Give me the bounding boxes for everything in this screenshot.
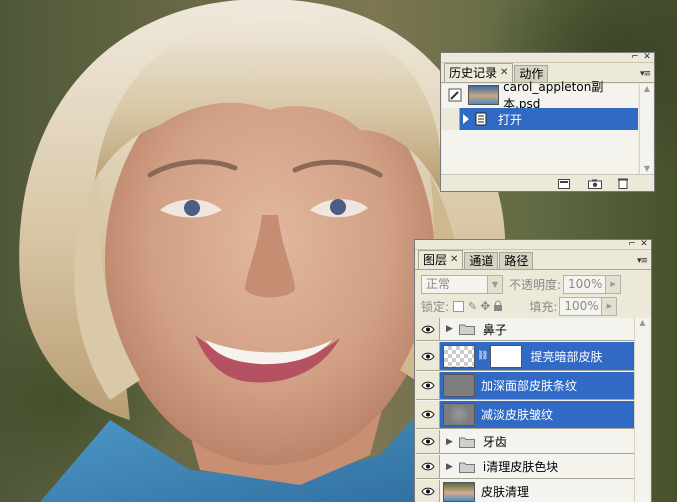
folder-icon: [458, 324, 475, 335]
snapshot-name: carol_appleton副本.psd: [503, 80, 604, 111]
layer-thumbnail[interactable]: [443, 403, 475, 426]
layers-panel: ⌐ ✕ 图层 ✕ 通道 路径 ▾≡ 正常 ▼ 不透明度: 100% ▶ 锁定: …: [414, 239, 652, 502]
tab-label: 图层: [423, 253, 448, 267]
tab-label: 路径: [504, 254, 529, 268]
eye-visibility-icon[interactable]: [416, 342, 440, 370]
fill-field[interactable]: 100% ▶: [559, 296, 618, 316]
eye-visibility-icon[interactable]: [416, 401, 440, 428]
minimize-icon[interactable]: ⌐: [630, 53, 640, 62]
fill-label: 填充:: [529, 299, 558, 314]
expand-arrow-icon[interactable]: ▶: [446, 437, 453, 447]
eye-visibility-icon[interactable]: [416, 318, 440, 340]
opacity-value: 100%: [568, 276, 603, 291]
expand-arrow-icon[interactable]: ▶: [446, 462, 453, 472]
opacity-field[interactable]: 100% ▶: [563, 274, 622, 294]
mask-link-icon[interactable]: ⛓: [477, 351, 488, 361]
lock-brush-icon[interactable]: ✎: [468, 300, 477, 313]
layer-list: ▶ 鼻子 ⛓ 提亮暗部皮肤 加深面部皮肤条纹 减淡皮肤皱纹 ▶ 牙齿 ▶ i清理…: [416, 318, 635, 502]
layer-row-nose-group[interactable]: ▶ 鼻子: [416, 318, 635, 341]
eye-visibility-icon[interactable]: [416, 480, 440, 502]
scroll-down-icon[interactable]: ▼: [640, 164, 654, 174]
eye-visibility-icon[interactable]: [416, 430, 440, 453]
history-brush-icon[interactable]: [446, 86, 464, 104]
lock-all-icon[interactable]: [493, 300, 503, 312]
panel-menu-icon[interactable]: ▾≡: [640, 69, 651, 79]
history-bottom-bar: [441, 174, 654, 191]
blend-mode-select[interactable]: 正常 ▼: [421, 274, 503, 294]
layer-name: 提亮暗部皮肤: [530, 349, 603, 364]
layer-name: 减淡皮肤皱纹: [481, 408, 554, 422]
layer-row-clean-skin-patches-group[interactable]: ▶ i清理皮肤色块: [416, 455, 635, 479]
folder-icon: [458, 437, 475, 448]
tab-label: 通道: [469, 254, 494, 268]
layers-tabs: 图层 ✕ 通道 路径 ▾≡: [415, 250, 651, 270]
folder-icon: [458, 462, 475, 473]
history-scrollbar[interactable]: ▲ ▼: [639, 84, 653, 174]
layer-thumbnail[interactable]: [443, 481, 475, 502]
eye-visibility-icon[interactable]: [416, 372, 440, 399]
chevron-right-icon[interactable]: ▶: [605, 275, 621, 293]
tab-channels[interactable]: 通道: [464, 252, 499, 269]
fill-value: 100%: [564, 298, 599, 313]
history-source-cell[interactable]: [442, 108, 460, 130]
tab-layers[interactable]: 图层 ✕: [418, 250, 464, 269]
close-tab-icon[interactable]: ✕: [450, 252, 458, 268]
history-state-label: 打开: [498, 112, 523, 127]
lock-move-icon[interactable]: ✥: [480, 299, 490, 313]
layer-row-skin-cleanup[interactable]: 皮肤清理: [416, 480, 635, 502]
tab-paths[interactable]: 路径: [499, 252, 534, 269]
layer-name: i清理皮肤色块: [482, 460, 559, 474]
close-icon[interactable]: ✕: [639, 240, 649, 249]
layer-row-teeth-group[interactable]: ▶ 牙齿: [416, 430, 635, 454]
current-state-marker-icon: [463, 114, 469, 124]
layers-panel-titlebar[interactable]: ⌐ ✕: [415, 240, 651, 250]
eye-visibility-icon[interactable]: [416, 455, 440, 478]
new-document-from-state-icon[interactable]: [558, 178, 570, 189]
expand-arrow-icon[interactable]: ▶: [446, 324, 453, 334]
layers-scrollbar[interactable]: ▲: [634, 318, 650, 502]
scroll-up-icon[interactable]: ▲: [640, 84, 654, 94]
chevron-down-icon: ▼: [487, 275, 502, 293]
history-list: carol_appleton副本.psd 打开: [442, 80, 638, 174]
history-panel: ⌐ ✕ 历史记录 ✕ 动作 ▾≡ carol_appleton副本.psd 打开: [440, 52, 655, 192]
blend-mode-value: 正常: [426, 276, 451, 291]
tab-label: 历史记录: [449, 66, 498, 80]
history-panel-titlebar[interactable]: ⌐ ✕: [441, 53, 654, 63]
document-state-icon: [474, 112, 488, 126]
layer-row-deepen-skin-lines[interactable]: 加深面部皮肤条纹: [416, 372, 635, 400]
layer-row-lighten-wrinkles[interactable]: 减淡皮肤皱纹: [416, 401, 635, 429]
opacity-label: 不透明度:: [509, 277, 562, 292]
camera-snapshot-icon[interactable]: [588, 178, 602, 189]
scroll-up-icon[interactable]: ▲: [635, 318, 650, 330]
trash-icon[interactable]: [617, 178, 629, 189]
snapshot-thumbnail: [467, 85, 500, 105]
lock-fill-row: 锁定: ✎ ✥ 填充: 100% ▶: [415, 293, 651, 319]
panel-menu-icon[interactable]: ▾≡: [637, 256, 648, 266]
layer-row-brighten-dark-skin[interactable]: ⛓ 提亮暗部皮肤: [416, 342, 635, 371]
lock-transparency-icon[interactable]: [453, 300, 465, 312]
history-state-open[interactable]: 打开: [442, 108, 638, 130]
layer-name: 皮肤清理: [481, 485, 530, 499]
layer-thumbnail[interactable]: [443, 374, 475, 397]
lock-label: 锁定:: [421, 299, 450, 314]
minimize-icon[interactable]: ⌐: [627, 240, 637, 249]
close-icon[interactable]: ✕: [642, 53, 652, 62]
layer-thumbnail[interactable]: [443, 344, 475, 368]
chevron-right-icon[interactable]: ▶: [601, 297, 617, 315]
layer-mask-thumbnail[interactable]: [490, 344, 523, 368]
layer-name: 牙齿: [482, 435, 507, 449]
history-snapshot-row[interactable]: carol_appleton副本.psd: [442, 80, 638, 111]
layer-name: 鼻子: [482, 322, 507, 337]
layer-name: 加深面部皮肤条纹: [481, 379, 578, 393]
